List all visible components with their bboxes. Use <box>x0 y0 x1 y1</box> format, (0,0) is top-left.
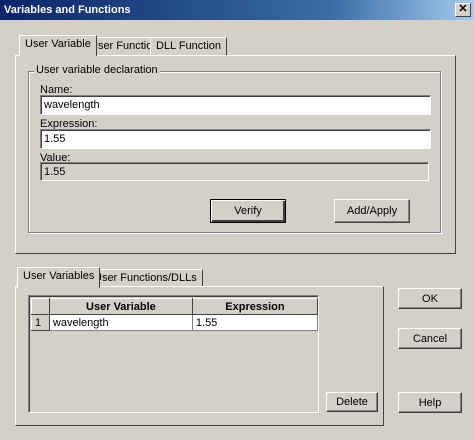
name-input[interactable]: wavelength <box>40 95 431 115</box>
variable-cell[interactable]: wavelength <box>48 314 193 331</box>
variables-table: User Variable Expression 1 wavelength 1.… <box>31 298 319 331</box>
declaration-group-label: User variable declaration <box>34 64 160 76</box>
row-index-cell[interactable]: 1 <box>31 314 50 331</box>
add-apply-button-label: Add/Apply <box>346 205 398 217</box>
corner-header-cell <box>31 298 50 315</box>
tab-user-variable[interactable]: User Variable <box>19 35 97 56</box>
tab-dll-function[interactable]: DLL Function <box>150 37 228 56</box>
help-button-label: Help <box>418 396 442 409</box>
tab-user-functions-dlls-label: User Functions/DLLs <box>94 272 197 284</box>
user-variables-grid[interactable]: User Variable Expression 1 wavelength 1.… <box>28 295 319 413</box>
active-tab-gap <box>20 55 83 57</box>
verify-button[interactable]: Verify <box>210 199 286 223</box>
tab-dll-function-label: DLL Function <box>156 40 222 52</box>
help-button[interactable]: Help <box>398 392 462 413</box>
value-display: 1.55 <box>40 162 429 181</box>
title-bar: Variables and Functions <box>0 0 474 20</box>
tab-user-variable-label: User Variable <box>25 38 91 50</box>
delete-button-label: Delete <box>336 396 368 408</box>
cancel-button-label: Cancel <box>412 332 448 345</box>
table-row[interactable]: 1 wavelength 1.55 <box>31 314 319 331</box>
tab-user-function-label: User Function <box>90 40 159 52</box>
delete-button[interactable]: Delete <box>326 392 378 412</box>
active-bottom-tab-gap <box>18 286 86 288</box>
close-icon: ✕ <box>458 3 468 15</box>
tab-user-variables[interactable]: User Variables <box>17 267 101 288</box>
tab-user-variables-label: User Variables <box>23 270 95 282</box>
table-header-row: User Variable Expression <box>31 298 319 315</box>
verify-button-label: Verify <box>234 205 262 217</box>
column-header-expression[interactable]: Expression <box>191 298 319 315</box>
column-header-user-variable[interactable]: User Variable <box>48 298 193 315</box>
window-title: Variables and Functions <box>4 4 131 16</box>
ok-button-label: OK <box>422 292 438 305</box>
close-button[interactable]: ✕ <box>455 3 471 17</box>
expression-input[interactable]: 1.55 <box>40 129 431 149</box>
ok-button[interactable]: OK <box>398 288 462 309</box>
add-apply-button[interactable]: Add/Apply <box>334 199 410 223</box>
expression-cell[interactable]: 1.55 <box>191 314 319 331</box>
cancel-button[interactable]: Cancel <box>398 328 462 349</box>
